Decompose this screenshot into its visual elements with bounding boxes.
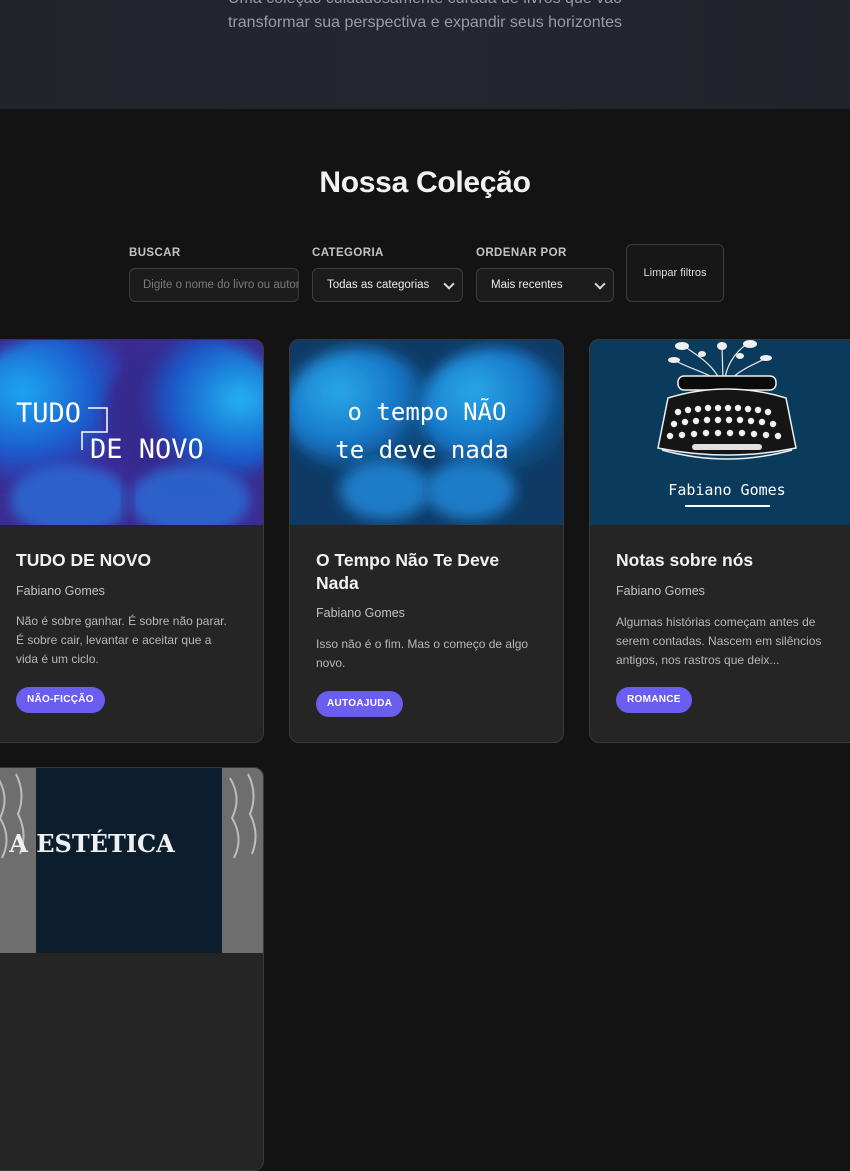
clear-filters-button[interactable]: Limpar filtros <box>626 244 724 302</box>
category-badge: AUTOAJUDA <box>316 691 404 717</box>
category-badge: NÃO-FICÇÃO <box>16 687 105 713</box>
sort-label: ORDENAR POR <box>476 247 567 259</box>
cover-title: A ESTÉTICA <box>8 829 175 858</box>
chevron-down-icon <box>443 278 455 290</box>
search-label: BUSCAR <box>129 247 181 259</box>
book-title: O Tempo Não Te Deve Nada <box>316 550 500 593</box>
category-selected-value: Todas as categorias <box>327 279 430 291</box>
category-badge: ROMANCE <box>616 687 692 713</box>
cover-title-line-2: te deve nada <box>335 436 508 464</box>
hero-subtitle-line-2: transformar sua perspectiva e expandir s… <box>228 14 622 31</box>
book-card[interactable]: TUDO DE NOVO TUDO DE NOVO Fabiano Gomes … <box>0 339 264 743</box>
book-description: Isso não é o fim. Mas o começo de algo n… <box>316 637 529 670</box>
book-cover: TUDO DE NOVO <box>0 340 263 525</box>
cover-title-line-1: o tempo NÃO <box>348 396 507 426</box>
book-description: Algumas histórias começam antes de serem… <box>616 615 822 667</box>
book-title: TUDO DE NOVO <box>16 550 152 570</box>
book-card[interactable]: A ESTÉTICA <box>0 767 264 1171</box>
hero-banner: Uma coleção cuidadosamente curada de liv… <box>0 0 850 109</box>
cover-title-line-2: DE NOVO <box>90 434 204 465</box>
book-description: Não é sobre ganhar. É sobre não parar. É… <box>16 614 227 666</box>
collection-title: Nossa Coleção <box>319 166 531 199</box>
book-card[interactable]: Fabiano Gomes Notas sobre nós Fabiano Go… <box>589 339 850 743</box>
cover-title-line-1: TUDO <box>16 398 81 429</box>
book-title: Notas sobre nós <box>616 550 754 570</box>
book-author: Fabiano Gomes <box>316 606 405 620</box>
sort-selected-value: Mais recentes <box>491 279 563 291</box>
book-cover: A ESTÉTICA <box>0 768 263 953</box>
category-label: CATEGORIA <box>312 247 384 259</box>
category-select[interactable]: Todas as categorias <box>312 268 463 302</box>
book-card[interactable]: o tempo NÃO te deve nada O Tempo Não Te … <box>289 339 564 743</box>
sort-select[interactable]: Mais recentes <box>476 268 614 302</box>
book-author: Fabiano Gomes <box>16 584 105 598</box>
book-cover: Fabiano Gomes <box>590 340 850 525</box>
hero-subtitle-line-1: Uma coleção cuidadosamente curada de liv… <box>0 0 850 8</box>
cover-author: Fabiano Gomes <box>668 481 785 499</box>
book-author: Fabiano Gomes <box>616 584 705 598</box>
book-cover: o tempo NÃO te deve nada <box>290 340 563 525</box>
search-input[interactable]: Digite o nome do livro ou autor <box>129 268 299 302</box>
chevron-down-icon <box>594 278 606 290</box>
